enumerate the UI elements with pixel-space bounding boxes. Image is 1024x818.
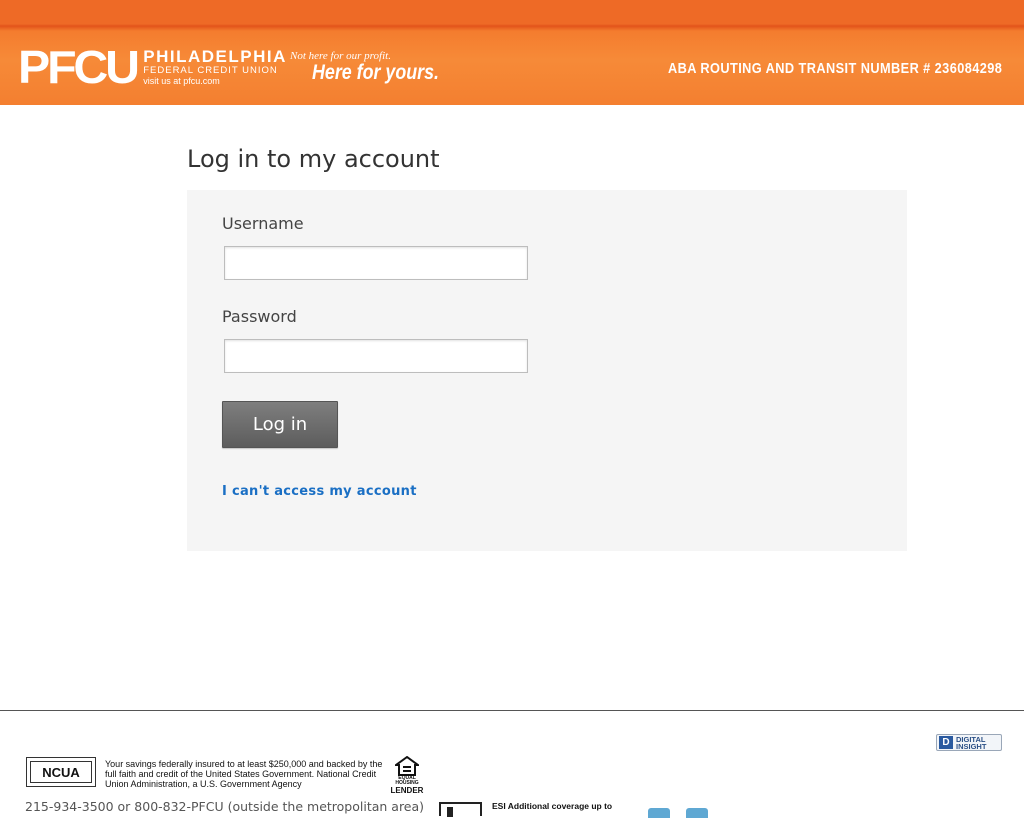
esi-notice: ESI Additional coverage up to bbox=[492, 801, 613, 811]
header-banner: PFCU PHILADELPHIA FEDERAL CREDIT UNION v… bbox=[0, 0, 1024, 105]
ehl-label-2: LENDER bbox=[390, 786, 424, 795]
tagline-large: Here for yours. bbox=[312, 61, 439, 84]
logo-line-1: PHILADELPHIA bbox=[143, 47, 287, 66]
digital-insight-icon: D bbox=[939, 736, 953, 749]
logo-wordmark: PHILADELPHIA FEDERAL CREDIT UNION visit … bbox=[143, 48, 287, 86]
login-panel: Username Password Log in I can't access … bbox=[187, 190, 907, 551]
login-button[interactable]: Log in bbox=[222, 401, 338, 448]
logo-line-2: FEDERAL CREDIT UNION bbox=[143, 65, 278, 76]
insurance-notice: Your savings federally insured to at lea… bbox=[105, 759, 383, 789]
footer-divider bbox=[0, 710, 1024, 711]
logo-mark: PFCU bbox=[18, 41, 140, 93]
facebook-icon[interactable] bbox=[686, 808, 708, 818]
password-label: Password bbox=[222, 307, 297, 326]
logo-line-3: visit us at pfcu.com bbox=[143, 76, 220, 86]
routing-number: ABA ROUTING AND TRANSIT NUMBER # 2360842… bbox=[667, 60, 1002, 77]
ncua-logo: NCUA bbox=[26, 757, 96, 787]
contact-phone: 215-934-3500 or 800-832-PFCU (outside th… bbox=[25, 799, 425, 814]
digital-insight-line-2: INSIGHT bbox=[956, 741, 987, 751]
username-input[interactable] bbox=[224, 246, 528, 280]
ehl-label: EQUAL HOUSING bbox=[395, 775, 419, 786]
digital-insight-badge[interactable]: D DIGITAL INSIGHT bbox=[936, 734, 1002, 751]
esi-logo bbox=[439, 802, 482, 817]
twitter-icon[interactable] bbox=[648, 808, 670, 818]
equal-housing-lender-logo: EQUAL HOUSING LENDER bbox=[386, 756, 428, 795]
pfcu-logo[interactable]: PFCU PHILADELPHIA FEDERAL CREDIT UNION v… bbox=[18, 41, 287, 93]
digital-insight-text: DIGITAL INSIGHT bbox=[956, 735, 987, 751]
password-input[interactable] bbox=[224, 339, 528, 373]
page-title: Log in to my account bbox=[187, 145, 440, 173]
cant-access-account-link[interactable]: I can't access my account bbox=[222, 484, 417, 499]
house-icon bbox=[395, 756, 419, 776]
username-label: Username bbox=[222, 214, 304, 233]
tagline: Not here for our profit. Here for yours. bbox=[290, 50, 461, 84]
ncua-label: NCUA bbox=[30, 761, 92, 783]
